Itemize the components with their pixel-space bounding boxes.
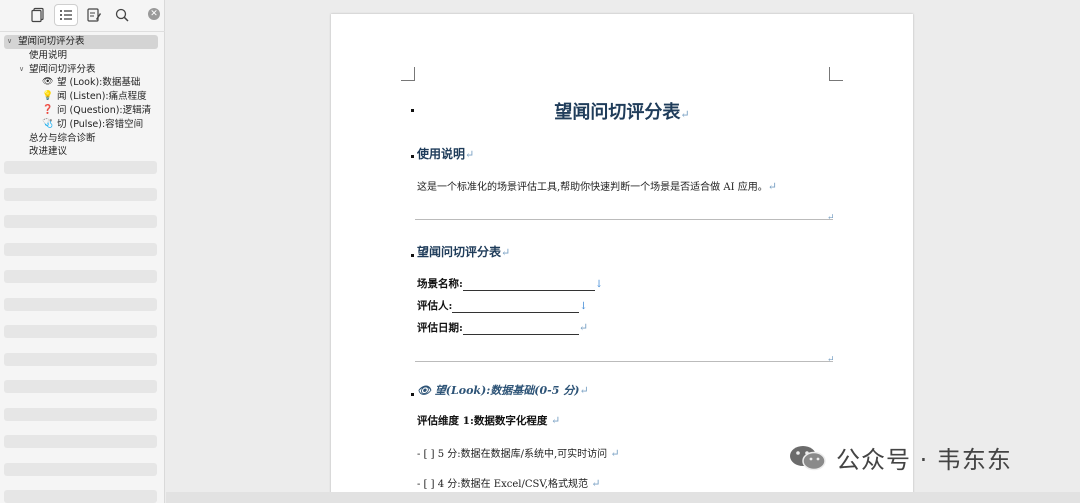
usage-paragraph: 这是一个标准化的场景评估工具,帮助你快速判断一个场景是否适合做 AI 应用。↵ [417,180,777,193]
outline-item-label: 使用说明 [29,49,68,61]
outline-view-icon[interactable] [54,4,78,26]
close-sidebar-icon[interactable]: ✕ [148,8,160,20]
paragraph-bullet [411,254,414,257]
margin-corner-mark [829,67,843,81]
chevron-down-icon[interactable]: ∨ [19,63,24,77]
outline-item[interactable]: ❓ 问 (Question):逻辑清 [4,104,158,118]
pages-view-icon[interactable] [26,4,50,26]
field-scene-name[interactable]: 场景名称: ↓ [417,276,603,291]
wechat-icon [790,445,826,470]
placeholder-row [4,380,157,393]
outline-item-label: 改进建议 [29,146,68,158]
search-icon[interactable] [110,4,134,26]
watermark: 公众号 · 韦东东 [788,440,1012,475]
document-page[interactable]: 望闻问切评分表↵ 使用说明↵ 这是一个标准化的场景评估工具,帮助你快速判断一个场… [331,14,913,503]
field-evaluator[interactable]: 评估人: ↓ [417,298,588,313]
placeholder-row [4,490,157,503]
stethoscope-icon: 🩺 [42,118,54,129]
outline-item-label: 望 (Look):数据基础 [57,77,141,89]
placeholder-row [4,161,157,174]
placeholder-row [4,215,157,228]
dimension-label: 评估维度 1:数据数字化程度 ↵ [417,414,561,427]
outline-item[interactable]: 💡 闻 (Listen):痛点程度 [4,90,158,104]
placeholder-row [4,188,157,201]
placeholder-row [4,325,157,338]
question-mark-icon: ❓ [42,104,54,115]
placeholder-row [4,408,157,421]
outline-item[interactable]: ∨ 望闻问切评分表 [4,35,158,49]
field-eval-date[interactable]: 评估日期: ↵ [417,320,588,335]
horizontal-scrollbar[interactable] [166,492,1080,503]
section-heading-scorecard: 望闻问切评分表↵ [417,245,511,259]
chevron-down-icon[interactable]: ∨ [7,35,12,49]
outline-sidebar: ✕ ∨ 望闻问切评分表 使用说明 ∨ 望闻问切评分表 👁 望 (Look):数据… [0,0,165,503]
outline-item[interactable]: 总分与综合诊断 [4,132,158,146]
eye-icon: 👁 [417,384,431,397]
document-title: 望闻问切评分表↵ [554,102,690,123]
section-heading-look: 👁 望(Look):数据基础(0-5 分)↵ [417,384,589,397]
sidebar-toolbar: ✕ [0,0,165,32]
outline-item-label: 望闻问切评分表 [29,63,96,75]
watermark-text: 公众号 · 韦东东 [836,446,1012,474]
placeholder-row [4,298,157,311]
annotations-view-icon[interactable] [82,4,106,26]
placeholder-row [4,353,157,366]
outline-item[interactable]: 使用说明 [4,49,158,63]
outline-item-label: 切 (Pulse):容错空间 [57,118,144,130]
paragraph-bullet [411,155,414,158]
placeholder-row [4,243,157,256]
paragraph-bullet [411,393,414,396]
outline-item[interactable]: 🩺 切 (Pulse):容错空间 [4,118,158,132]
placeholder-row [4,270,157,283]
margin-corner-mark [401,67,415,81]
section-heading-usage: 使用说明↵ [417,147,475,161]
checklist-option[interactable]: - [ ] 5 分:数据在数据库/系统中,可实时访问 ↵ [417,445,620,460]
placeholder-row [4,435,157,448]
checklist-option[interactable]: - [ ] 4 分:数据在 Excel/CSV,格式规范 ↵ [417,475,600,490]
placeholder-row [4,463,157,476]
paragraph-mark: ↵ [827,213,835,223]
outline-tree: ∨ 望闻问切评分表 使用说明 ∨ 望闻问切评分表 👁 望 (Look):数据基础… [4,35,158,159]
paragraph-mark: ↵ [827,355,835,365]
outline-item[interactable]: 改进建议 [4,145,158,159]
horizontal-rule [415,219,833,220]
outline-item[interactable]: ∨ 望闻问切评分表 [4,63,158,77]
outline-item[interactable]: 👁 望 (Look):数据基础 [4,76,158,90]
lightbulb-icon: 💡 [42,91,54,102]
eye-icon: 👁 [42,77,54,88]
outline-item-label: 问 (Question):逻辑清 [57,104,152,116]
outline-item-label: 望闻问切评分表 [18,36,85,47]
outline-item-label: 闻 (Listen):痛点程度 [57,91,147,103]
outline-item-label: 总分与综合诊断 [29,132,96,144]
horizontal-rule [415,361,833,362]
